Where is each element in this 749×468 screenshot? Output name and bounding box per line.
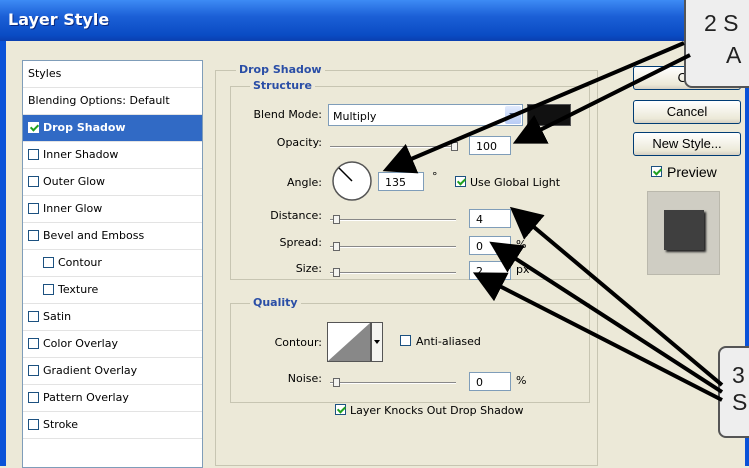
- arrow-to-opacity: [512, 53, 691, 144]
- arrow-to-size: [472, 272, 723, 402]
- arrow-to-angle: [382, 41, 685, 174]
- arrow-to-spread: [489, 241, 724, 394]
- annotation-arrows: [382, 41, 724, 402]
- arrow-to-distance: [509, 206, 724, 387]
